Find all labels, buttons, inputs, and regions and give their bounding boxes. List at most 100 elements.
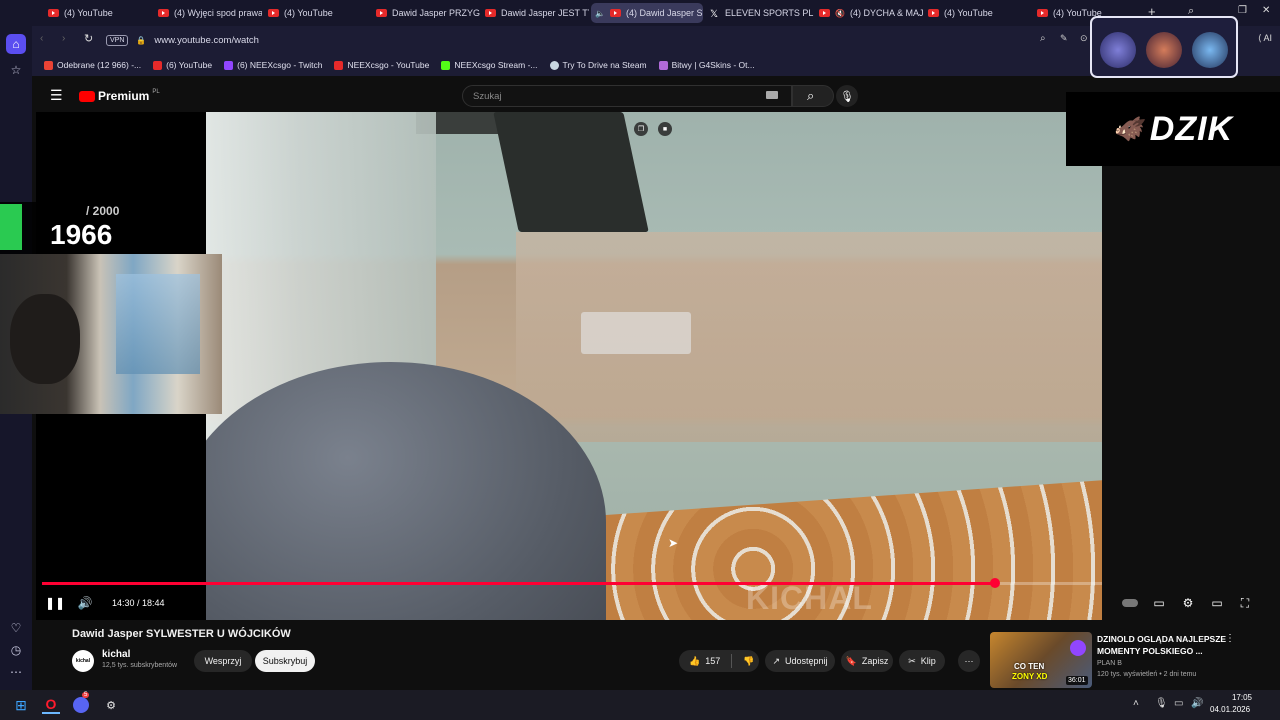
restore-window-icon[interactable]: ❐ [1238,5,1247,16]
volume-tray-icon[interactable]: 🔊 [1191,698,1203,709]
suggestion-thumbnail[interactable]: CO TEN ZONY XD 36:01 [990,632,1092,688]
forward-arrow-icon[interactable]: › [62,33,65,44]
bookmark[interactable]: Bitwy | G4Skins - Ot... [658,60,755,70]
share-button[interactable]: ↗ Udostępnij [765,650,835,672]
youtube-premium-logo[interactable]: Premium PL [79,89,160,103]
opera-taskbar-icon[interactable]: O [42,696,60,714]
video-title: Dawid Jasper SYLWESTER U WÓJCIKÓW [72,628,291,640]
search-input[interactable]: Szukaj [462,85,792,107]
theater-mode-icon[interactable]: ▭ [1208,594,1226,612]
like-dislike-group: 👍 157 👎 [679,650,759,672]
chevron-up-icon[interactable]: ˄ [1133,698,1139,709]
tab[interactable]: Dawid Jasper PRZYGODY [372,3,480,23]
fullscreen-icon[interactable]: ⛶ [1236,594,1254,612]
bookmark-label: NEEXcsgo Stream -... [454,60,538,70]
bookmark[interactable]: (6) YouTube [153,60,212,70]
tab[interactable]: 🔇 (4) DYCHA & MAJSZ [815,3,923,23]
youtube-favicon-icon [819,9,830,17]
clock-date[interactable]: 04.01.2026 [1210,705,1250,714]
youtube-favicon-icon [158,9,169,17]
ai-button[interactable]: ⟨ AI [1258,33,1272,44]
camera-icon[interactable]: ■ [658,122,672,136]
more-vertical-icon[interactable]: ⋮ [1225,633,1235,644]
thumb-text: CO TEN [1014,662,1045,671]
reload-icon[interactable]: ↻ [84,32,93,45]
like-count[interactable]: 157 [705,656,720,666]
youtube-favicon-icon [376,9,387,17]
close-window-icon[interactable]: ✕ [1262,5,1270,16]
clock-time[interactable]: 17:05 [1214,693,1252,702]
suggested-video[interactable]: CO TEN ZONY XD 36:01 DZINOLD OGLĄDA NAJL… [990,632,1250,690]
tab[interactable]: Dawid Jasper JEST TYLKO [481,3,589,23]
save-button[interactable]: 🔖 Zapisz [841,650,893,672]
youtube-favicon-icon [1037,9,1048,17]
url-text[interactable]: www.youtube.com/watch [154,35,259,46]
pip-icon[interactable]: ❐ [634,122,648,136]
subtitles-icon[interactable]: ▭ [1150,594,1168,612]
popup-card-preview[interactable] [1090,16,1238,78]
search-icon[interactable]: ⌕ [1040,33,1046,44]
subscribe-button[interactable]: Subskrybuj [255,650,315,672]
more-actions-button[interactable]: ⋯ [958,650,980,672]
windows-taskbar: ⊞ O 5 ⚙ ˄ 🎙 ▭ 🔊 17:05 04.01.2026 [0,690,1280,720]
keyboard-icon[interactable] [766,91,778,99]
heart-icon[interactable]: ♡ [6,618,26,638]
bookmark[interactable]: NEEXcsgo Stream -... [441,60,538,70]
suggestion-channel[interactable]: PLAN B [1097,660,1122,667]
video-scene-tv [493,112,649,232]
app-taskbar-icon[interactable]: ⚙ [102,696,120,714]
player-controls: ❚❚ 🔊 14:30 / 18:44 ▭ ⚙ ▭ ⛶ [36,590,1249,616]
windows-start-icon[interactable]: ⊞ [12,696,30,714]
autoplay-toggle-icon[interactable] [1121,594,1139,612]
pause-icon[interactable]: ❚❚ [45,594,65,612]
edit-icon[interactable]: ✎ [1060,33,1068,44]
gmail-icon [44,60,53,70]
channel-row: kichal kichal 12,5 tys. subskrybentów We… [72,648,992,674]
clip-button[interactable]: ✂ Klip [899,650,945,672]
thumbs-up-icon[interactable]: 👍 [689,656,700,667]
aria-icon: ⟨ [1258,33,1262,43]
hamburger-menu-icon[interactable]: ☰ [50,87,63,104]
microphone-icon[interactable]: 🎙 [836,85,858,107]
more-dots-icon[interactable]: ⋯ [6,662,26,682]
youtube-favicon-icon [485,9,496,17]
tab[interactable]: (4) Wyjęci spod prawa (G [154,3,262,23]
tab-active[interactable]: 🔈 (4) Dawid Jasper SYLW [591,3,703,23]
channel-name[interactable]: kichal [102,649,130,660]
history-clock-icon[interactable]: ◷ [6,640,26,660]
channel-avatar[interactable]: kichal [72,650,94,672]
thumbs-down-icon[interactable]: 👎 [743,656,754,667]
volume-icon[interactable]: 🔊 [76,594,94,612]
lock-icon: 🔒 [136,35,147,45]
bookmark[interactable]: Try To Drive na Steam [549,60,647,70]
suggestion-title[interactable]: DZINOLD OGLĄDA NAJLEPSZE [1097,634,1226,644]
vpn-badge[interactable]: VPN [106,34,129,46]
bookmark-label: Try To Drive na Steam [562,60,647,70]
youtube-favicon-icon [609,9,621,17]
video-frame[interactable]: KICHAL [206,112,1102,620]
camera-icon[interactable]: ⊙ [1080,33,1088,44]
star-icon[interactable]: ☆ [6,60,26,80]
bookmark[interactable]: NEEXcsgo - YouTube [334,60,429,70]
tab-label: ELEVEN SPORTS PL w ser [725,8,814,18]
settings-gear-icon[interactable]: ⚙ [1179,594,1197,612]
search-button[interactable]: ⌕ [792,85,834,107]
discord-taskbar-icon[interactable]: 5 [72,692,90,714]
network-icon[interactable]: ▭ [1174,698,1183,709]
mouse-cursor-icon: ➤ [668,536,679,550]
bookmark[interactable]: Odebrane (12 966) -... [44,60,141,70]
suggestion-title[interactable]: MOMENTY POLSKIEGO ... [1097,646,1203,656]
tab[interactable]: (4) YouTube [924,3,1032,23]
home-icon[interactable]: ⌂ [6,34,26,54]
g4skins-icon [658,60,668,70]
progress-bar[interactable] [42,578,1102,588]
back-arrow-icon[interactable]: ‹ [40,33,43,44]
tab[interactable]: (4) YouTube [264,3,372,23]
tab[interactable]: (4) YouTube [44,3,152,23]
join-button[interactable]: Wesprzyj [194,650,252,672]
divider [731,654,733,668]
url-field[interactable]: VPN 🔒 www.youtube.com/watch [106,30,1106,50]
bookmark[interactable]: (6) NEEXcsgo - Twitch [224,60,322,70]
tab[interactable]: 𝕏 ELEVEN SPORTS PL w ser [706,3,814,23]
microphone-tray-icon[interactable]: 🎙 [1155,698,1168,709]
